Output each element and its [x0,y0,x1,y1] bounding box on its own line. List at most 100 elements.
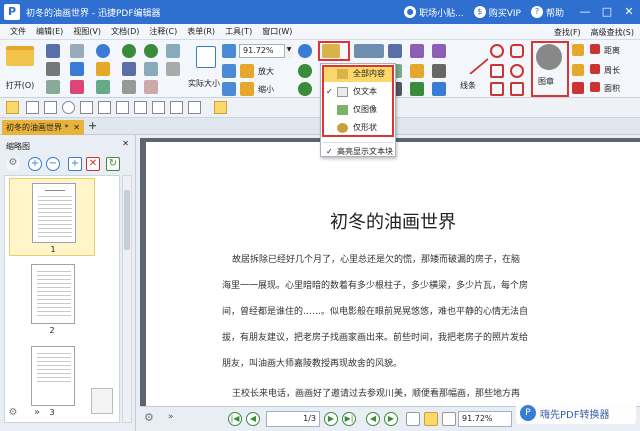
highlighter-icon[interactable] [572,64,584,76]
form-select-icon[interactable] [214,101,227,114]
menu-edit[interactable]: 编辑(E) [36,26,63,37]
buy-vip-link[interactable]: $ 购买VIP [473,6,521,19]
thumbnail-scrollbar[interactable] [122,175,132,423]
distance-label[interactable]: 距离 [604,45,620,56]
last-page-button[interactable]: ▶| [342,412,356,426]
zoom-out-label[interactable]: 缩小 [258,84,274,95]
scan-icon[interactable] [46,80,60,94]
rotate-page-icon[interactable]: ↻ [106,157,120,171]
history-back-button[interactable]: ◀ [366,412,380,426]
menu-item-highlight-blocks[interactable]: ✓ 高亮显示文本块 [323,144,393,160]
scrollbar-thumb[interactable] [124,190,130,250]
menu-window[interactable]: 窗口(W) [262,26,292,37]
zoom-out-icon[interactable] [240,82,254,96]
convert-icon[interactable] [70,80,84,94]
attach-icon[interactable] [432,64,446,78]
snapshot-icon[interactable] [144,62,158,76]
edit-text-icon[interactable] [354,44,384,58]
checkbox-field-icon[interactable] [44,101,57,114]
find-icon[interactable] [166,62,180,76]
camera-icon[interactable] [166,44,180,58]
pencil-tool-icon[interactable] [510,82,524,96]
menu-form[interactable]: 表单(R) [187,26,215,37]
thumb-settings-icon[interactable]: ⚙ [6,407,20,421]
minimize-button[interactable]: — [574,0,596,24]
history-forward-button[interactable]: ▶ [384,412,398,426]
signature-field-icon[interactable] [152,101,165,114]
status-expand-icon[interactable]: » [168,412,174,422]
back-icon[interactable] [122,44,136,58]
combo-field-icon[interactable] [80,101,93,114]
rotate-right-icon[interactable] [298,82,312,96]
underline-icon[interactable] [572,82,584,94]
image-field-icon[interactable] [134,101,147,114]
note-icon[interactable] [410,64,424,78]
radio-field-icon[interactable] [62,101,75,114]
status-zoom-input[interactable]: 91.72% [458,411,512,427]
print-icon[interactable] [46,62,60,76]
find-link[interactable]: 查找(F) [554,27,581,38]
tab-document[interactable]: 初冬的油画世界 * ✕ [2,120,84,135]
rotate-left-icon[interactable] [298,64,312,78]
continuous-page-icon[interactable] [424,412,438,426]
zoom-dropdown-icon[interactable]: ▼ [284,44,293,58]
text-box-icon[interactable] [388,44,402,58]
actual-size-label[interactable]: 实际大小 [188,78,220,89]
prev-page-button[interactable]: ◀ [246,412,260,426]
thumbnail-page-1[interactable]: 1 [9,178,95,256]
undo-icon[interactable] [96,44,110,58]
circle-tool-icon[interactable] [490,44,504,58]
add-tab-icon[interactable]: + [88,119,97,132]
fit-page-icon[interactable] [222,44,236,58]
area-icon[interactable] [590,82,600,92]
menu-document[interactable]: 文档(D) [111,26,139,37]
callout-icon[interactable] [432,44,446,58]
distance-icon[interactable] [590,44,600,54]
sound-icon[interactable] [410,82,424,96]
zoom-plus-icon[interactable] [298,44,312,58]
zoom-out-thumb-icon[interactable]: − [46,157,60,171]
facing-page-icon[interactable] [442,412,456,426]
status-settings-icon[interactable]: ⚙ [144,411,154,424]
cut-icon[interactable] [96,62,110,76]
menu-view[interactable]: 视图(V) [73,26,101,37]
expand-icon[interactable]: » [30,407,44,421]
help-link[interactable]: ? 帮助 [530,6,564,19]
tab-close-icon[interactable]: ✕ [73,120,80,135]
delete-icon[interactable] [122,80,136,94]
menu-tools[interactable]: 工具(T) [225,26,252,37]
email-icon[interactable] [70,44,84,58]
zoom-in-icon[interactable] [240,64,254,78]
area-label[interactable]: 面积 [604,83,620,94]
media-icon[interactable] [432,82,446,96]
typewriter-icon[interactable] [410,44,424,58]
delete-page-icon[interactable]: ✕ [86,157,100,171]
cloud-tool-icon[interactable] [510,44,524,58]
panel-close-icon[interactable]: ✕ [122,139,129,148]
eraser-icon[interactable] [572,44,584,56]
text-field-icon[interactable] [26,101,39,114]
settings-icon[interactable]: ⚙ [6,157,20,171]
hand-tool-icon[interactable] [6,101,19,114]
advanced-find-link[interactable]: 高级查找(S) [591,27,634,38]
single-page-icon[interactable] [406,412,420,426]
lines-label[interactable]: 线条 [460,80,476,91]
zoom-in-thumb-icon[interactable]: + [28,157,42,171]
select-icon[interactable] [144,80,158,94]
first-page-button[interactable]: |◀ [228,412,242,426]
page-number-input[interactable]: 1/3 [266,411,320,427]
maximize-button[interactable]: □ [596,0,618,24]
paste-icon[interactable] [96,80,110,94]
forward-icon[interactable] [144,44,158,58]
actual-size-icon[interactable] [196,46,216,68]
list-field-icon[interactable] [98,101,111,114]
polygon-tool-icon[interactable] [490,82,504,96]
thumbnail-page-2[interactable]: 2 [9,260,95,338]
menu-file[interactable]: 文件 [10,26,26,37]
insert-page-icon[interactable]: + [68,157,82,171]
line-tool-icon[interactable] [455,41,489,75]
perimeter-icon[interactable] [590,64,600,74]
tips-link[interactable]: ● 职场小贴... [404,6,464,19]
perimeter-label[interactable]: 周长 [604,65,620,76]
save-icon[interactable] [46,44,60,58]
